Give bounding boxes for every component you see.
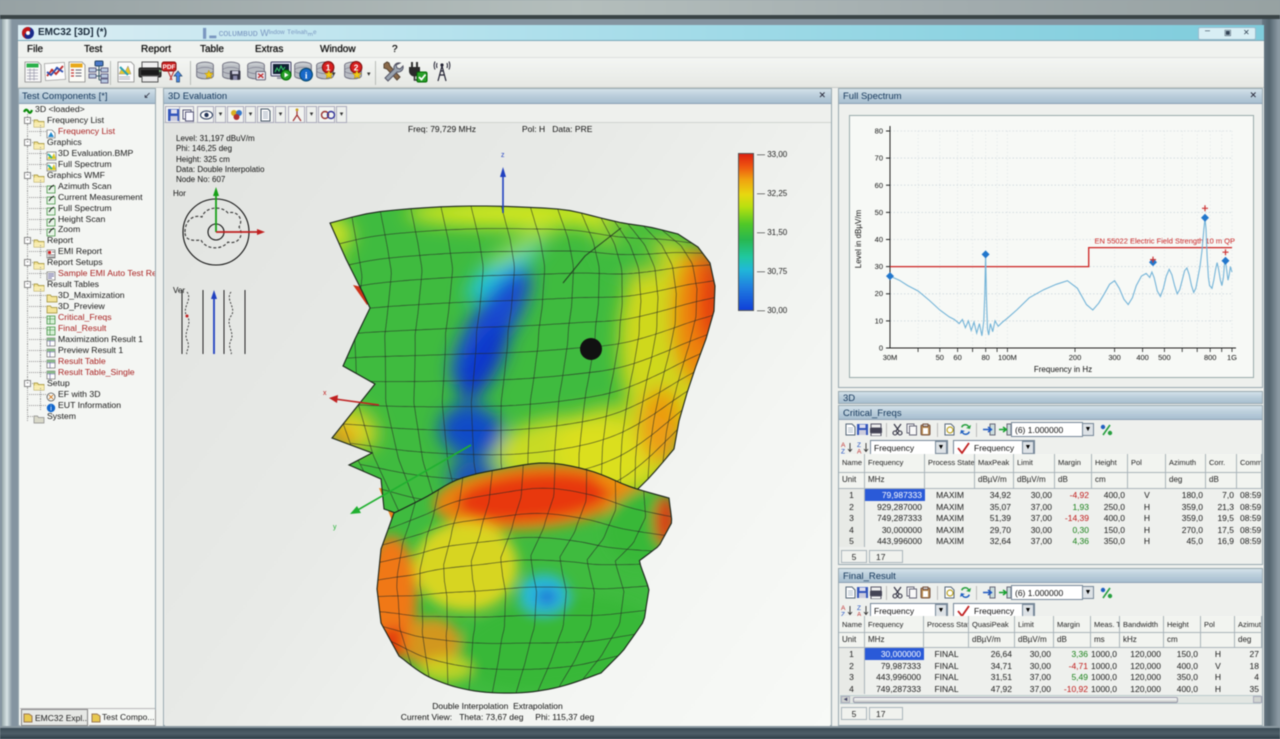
svg-text:80: 80 [875,127,883,136]
svg-text:i: i [305,71,308,81]
svg-text:x: x [323,390,327,397]
svg-text:200: 200 [1069,353,1082,362]
svg-text:60: 60 [953,353,961,362]
svg-text:100M: 100M [998,353,1017,362]
svg-text:Frequency in Hz: Frequency in Hz [1034,365,1092,374]
svg-text:10: 10 [875,316,883,325]
svg-text:50: 50 [936,353,944,362]
svg-text:20: 20 [875,289,883,298]
svg-text:70: 70 [875,154,883,163]
svg-text:PDF: PDF [163,64,176,71]
svg-text:80: 80 [982,353,990,362]
svg-text:y: y [333,524,337,531]
svg-text:50: 50 [875,208,883,217]
svg-text:800: 800 [1204,353,1217,362]
svg-text:1G: 1G [1227,353,1237,362]
svg-text:300: 300 [1108,353,1121,362]
svg-text:60: 60 [875,181,883,190]
svg-text:500: 500 [1158,353,1171,362]
svg-text:30: 30 [875,262,883,271]
svg-text:EN 55022 Electric Field Streng: EN 55022 Electric Field Strength 10 m QP [1095,237,1235,246]
svg-text:400: 400 [1136,353,1149,362]
svg-text:0: 0 [879,344,883,353]
svg-text:Level in dBµV/m: Level in dBµV/m [854,209,863,268]
svg-text:z: z [501,152,505,159]
svg-text:30M: 30M [883,353,898,362]
svg-text:40: 40 [875,235,883,244]
